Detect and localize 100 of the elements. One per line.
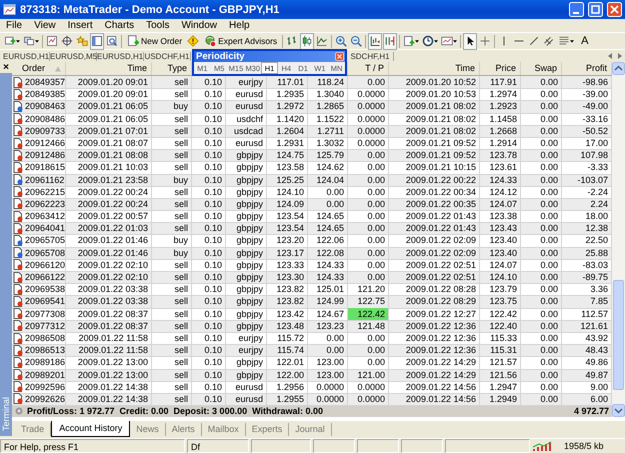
window-icon[interactable] [90, 32, 104, 50]
column-header[interactable]: Price [480, 62, 521, 75]
column-header[interactable]: T / P [348, 62, 389, 75]
table-cell: sell [152, 344, 192, 358]
table-cell: 20989186 [25, 356, 66, 369]
panel-tab[interactable]: News [130, 423, 166, 436]
chart-tab[interactable]: USDCHF,H1 [144, 52, 191, 60]
table-cell: 2009.01.21 09:52 [389, 149, 480, 162]
table-cell: 0.00 [521, 320, 562, 333]
table-cell: 0.00 [348, 344, 389, 358]
status-panel [401, 439, 443, 453]
scroll-down-icon[interactable] [612, 404, 625, 418]
menu-item[interactable]: Window [175, 20, 224, 31]
toolbar-button[interactable]: Expert Advisors [201, 34, 280, 48]
column-header[interactable]: Swap [521, 62, 562, 75]
table-cell: 122.40 [480, 320, 521, 333]
table-cell: 2009.01.22 00:22 [389, 174, 480, 187]
menu-item[interactable]: Tools [140, 20, 176, 31]
table-cell: 20992626 [25, 392, 66, 406]
table-cell: 20962215 [25, 186, 66, 198]
status-text: For Help, press F1 [0, 439, 185, 453]
table-cell: buy [152, 100, 192, 114]
app-icon [3, 3, 16, 16]
table-cell: 0.10 [192, 271, 226, 284]
table-cell: 2009.01.22 14:29 [389, 368, 480, 382]
close-button[interactable] [335, 52, 344, 61]
table-cell: 1.2668 [480, 124, 521, 138]
menu-item[interactable]: File [0, 20, 28, 31]
table-cell: 0.00 [521, 124, 562, 138]
table-cell: 123.17 [267, 246, 308, 260]
chart-tab[interactable]: EURUSD,H1 [3, 52, 50, 60]
scrollbar[interactable] [612, 62, 625, 418]
panel-tab[interactable]: Account History [51, 421, 130, 437]
table-cell: 0.00 [521, 100, 562, 114]
table-cell: gbpjpy [226, 222, 267, 236]
maximize-button[interactable] [588, 2, 603, 17]
chart-tab[interactable]: EURUSD,H1 [97, 52, 144, 60]
table-cell: 123.48 [267, 320, 308, 333]
panel-title: Terminal [1, 396, 11, 431]
table-cell: 0.00 [521, 368, 562, 382]
table-cell: eurjpy [226, 344, 267, 358]
cursor-icon[interactable] [463, 32, 478, 50]
text-tool-button[interactable]: A [576, 32, 594, 50]
table-cell: gbpjpy [226, 368, 267, 382]
panel-tab[interactable]: Experts [246, 423, 290, 436]
table-cell: 2009.01.22 11:58 [66, 344, 152, 358]
table-cell: 2009.01.21 07:01 [66, 124, 152, 138]
close-button[interactable] [607, 2, 622, 17]
table-cell: 20989201 [25, 368, 66, 381]
table-cell: 2009.01.22 03:38 [66, 295, 152, 309]
table-cell: 122.08 [308, 246, 348, 260]
table-cell: 0.00 [348, 149, 389, 162]
warning-icon[interactable] [186, 32, 200, 50]
table-cell: 2009.01.22 02:09 [389, 246, 480, 260]
panel-tab[interactable]: Journal [289, 423, 332, 436]
table-cell: 2009.01.22 00:35 [389, 198, 480, 212]
auto-scroll-icon[interactable] [383, 32, 398, 50]
minimize-button[interactable] [569, 2, 584, 17]
panel-tab[interactable]: Alerts [166, 423, 202, 436]
table-cell: 123.82 [267, 295, 308, 309]
column-header[interactable]: Time [66, 62, 152, 75]
table-cell: 20964041 [25, 222, 66, 234]
table-cell: 0.00 [348, 246, 389, 260]
table-cell: gbpjpy [226, 246, 267, 260]
menu-item[interactable]: Insert [62, 20, 99, 31]
table-cell: 2009.01.20 09:01 [66, 76, 152, 90]
scroll-left-icon[interactable] [607, 52, 614, 60]
table-cell: 124.65 [308, 222, 348, 236]
table-cell: 2009.01.21 23:58 [66, 174, 152, 187]
table-cell: 2009.01.22 01:43 [389, 222, 480, 236]
table-cell: 20986508 [25, 332, 66, 344]
table-cell: 20963412 [25, 210, 66, 222]
menu-item[interactable]: View [28, 20, 62, 31]
table-cell: gbpjpy [226, 174, 267, 187]
table-cell: 0.10 [192, 174, 226, 187]
chart-tab[interactable]: EURUSD,M5 [50, 52, 97, 60]
chart-shift-icon[interactable] [368, 32, 382, 50]
close-button[interactable]: × [0, 62, 12, 73]
table-cell: 0.10 [192, 246, 226, 260]
column-header[interactable]: Time [389, 62, 480, 75]
table-cell: 0.00 [308, 198, 348, 212]
table-cell: 2009.01.22 01:46 [66, 246, 152, 260]
column-header[interactable]: Order [22, 62, 46, 75]
menu-item[interactable]: Help [223, 20, 256, 31]
table-cell: 20969541 [25, 295, 66, 308]
table-cell: 124.33 [480, 174, 521, 187]
table-cell: 124.75 [267, 149, 308, 162]
menu-item[interactable]: Charts [98, 20, 140, 31]
table-cell: gbpjpy [226, 320, 267, 333]
table-cell: 123.78 [480, 149, 521, 162]
table-cell: 1.2711 [308, 124, 348, 138]
scroll-up-icon[interactable] [612, 62, 625, 75]
table-cell: 0.10 [192, 320, 226, 333]
scroll-right-icon[interactable] [616, 52, 623, 60]
table-cell: 2009.01.22 01:03 [66, 222, 152, 236]
table-cell: sell [152, 368, 192, 382]
toolbar-button[interactable]: New Order [124, 34, 186, 48]
panel-tab[interactable]: Mailbox [202, 423, 246, 436]
table-cell: 0.0000 [348, 124, 389, 138]
candlestick-icon[interactable] [300, 32, 314, 50]
